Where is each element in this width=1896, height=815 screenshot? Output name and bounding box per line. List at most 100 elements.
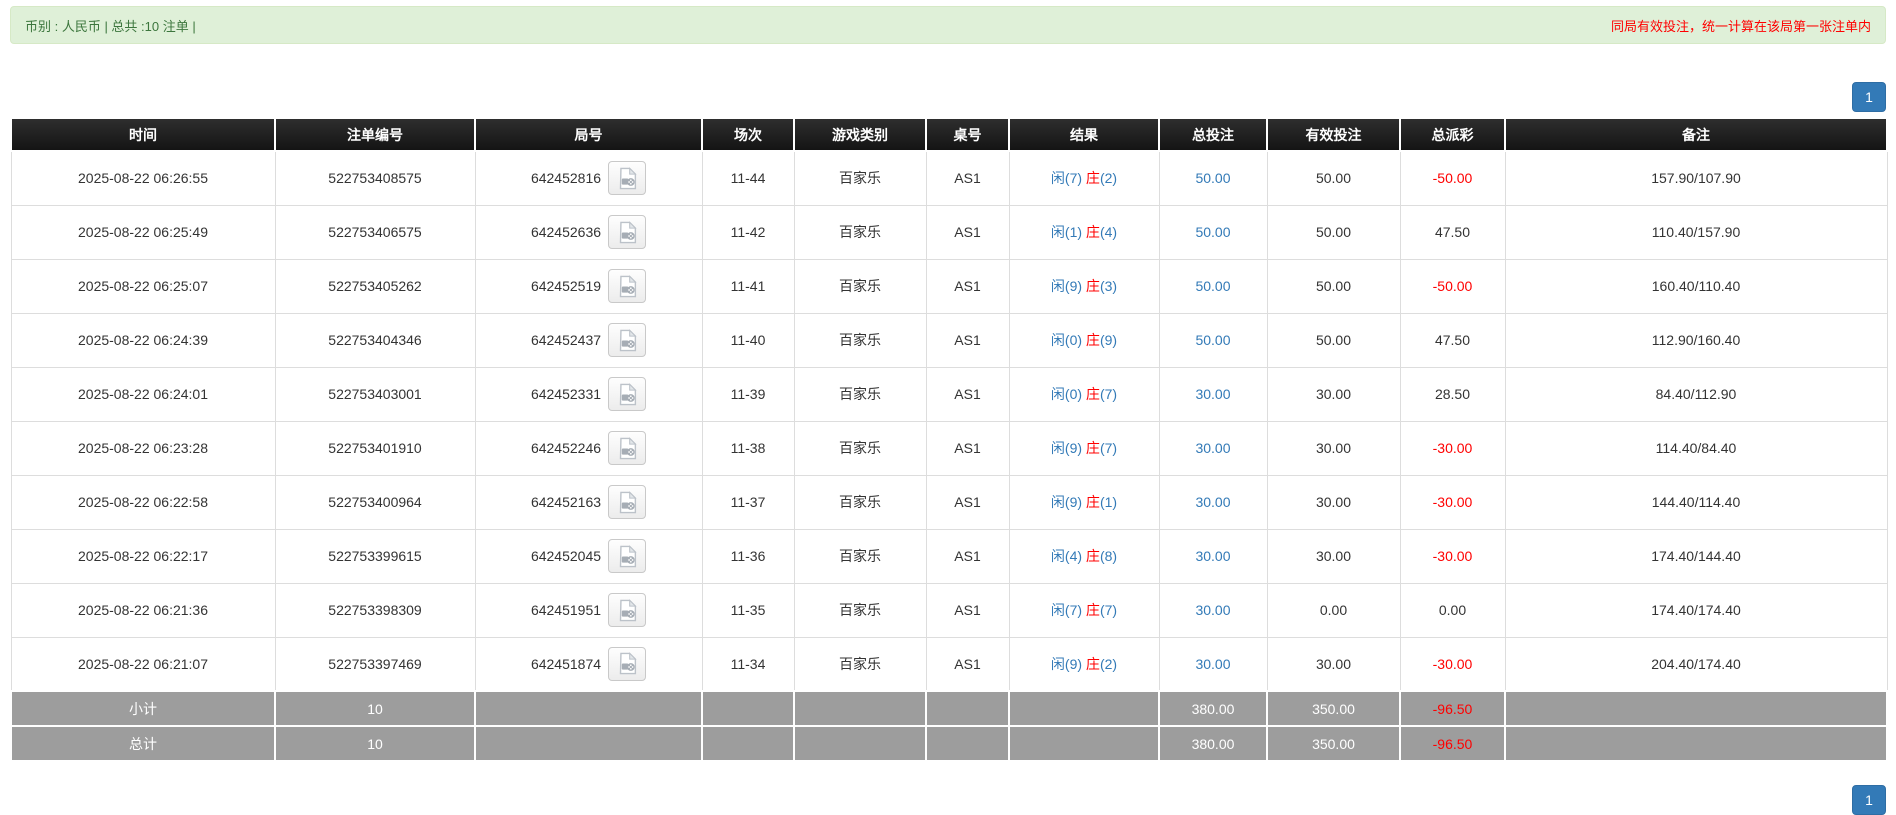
- cell-remark: 110.40/157.90: [1505, 205, 1887, 259]
- round-number: 642452163: [531, 494, 601, 510]
- foot-empty: [1009, 691, 1159, 726]
- foot-empty: [1009, 726, 1159, 761]
- round-video-button[interactable]: [608, 539, 646, 573]
- cell-result: 闲(9) 庄(1): [1009, 475, 1159, 529]
- grandtotal-row: 总计10380.00350.00-96.50: [11, 726, 1887, 761]
- total-bet-link[interactable]: 30.00: [1195, 440, 1230, 456]
- total-bet-link[interactable]: 50.00: [1195, 278, 1230, 294]
- total-bet-link[interactable]: 50.00: [1195, 170, 1230, 186]
- round-video-button[interactable]: [608, 431, 646, 465]
- cell-total-bet: 30.00: [1159, 583, 1267, 637]
- cell-table-no: AS1: [926, 151, 1009, 205]
- table-header-row: 时间注单编号局号场次游戏类别桌号结果总投注有效投注总派彩备注: [11, 118, 1887, 151]
- cell-game-type: 百家乐: [794, 529, 926, 583]
- cell-result: 闲(9) 庄(7): [1009, 421, 1159, 475]
- cell-session: 11-36: [702, 529, 794, 583]
- total-bet-link[interactable]: 50.00: [1195, 224, 1230, 240]
- foot-empty: [794, 691, 926, 726]
- cell-time: 2025-08-22 06:22:17: [11, 529, 275, 583]
- foot-valid-bet: 350.00: [1267, 691, 1400, 726]
- round-video-button[interactable]: [608, 593, 646, 627]
- cell-remark: 204.40/174.40: [1505, 637, 1887, 691]
- page-1-button[interactable]: 1: [1852, 82, 1886, 112]
- cell-bet-no: 522753400964: [275, 475, 475, 529]
- cell-result: 闲(0) 庄(9): [1009, 313, 1159, 367]
- round-video-button[interactable]: [608, 647, 646, 681]
- cell-payout: 28.50: [1400, 367, 1505, 421]
- round-video-button[interactable]: [608, 377, 646, 411]
- foot-empty: [794, 726, 926, 761]
- table-row: 2025-08-22 06:24:01522753403001642452331…: [11, 367, 1887, 421]
- round-video-button[interactable]: [608, 323, 646, 357]
- cell-result: 闲(4) 庄(8): [1009, 529, 1159, 583]
- foot-payout: -96.50: [1400, 691, 1505, 726]
- round-video-button[interactable]: [608, 485, 646, 519]
- cell-round-no: 642452331: [475, 367, 702, 421]
- cell-result: 闲(1) 庄(4): [1009, 205, 1159, 259]
- result-player: 闲(4): [1051, 548, 1082, 564]
- cell-time: 2025-08-22 06:24:39: [11, 313, 275, 367]
- cell-payout: 47.50: [1400, 313, 1505, 367]
- cell-game-type: 百家乐: [794, 313, 926, 367]
- cell-table-no: AS1: [926, 637, 1009, 691]
- result-player: 闲(0): [1051, 332, 1082, 348]
- round-number: 642452816: [531, 170, 601, 186]
- page-1-button-bottom[interactable]: 1: [1852, 785, 1886, 815]
- total-bet-link[interactable]: 30.00: [1195, 656, 1230, 672]
- cell-table-no: AS1: [926, 367, 1009, 421]
- col-header-time: 时间: [11, 118, 275, 151]
- round-video-button[interactable]: [608, 161, 646, 195]
- cell-total-bet: 30.00: [1159, 367, 1267, 421]
- result-player: 闲(9): [1051, 494, 1082, 510]
- cell-result: 闲(9) 庄(2): [1009, 637, 1159, 691]
- total-bet-link[interactable]: 50.00: [1195, 332, 1230, 348]
- cell-game-type: 百家乐: [794, 259, 926, 313]
- cell-valid-bet: 50.00: [1267, 313, 1400, 367]
- result-banker-point: (8): [1100, 548, 1117, 564]
- total-bet-link[interactable]: 30.00: [1195, 548, 1230, 564]
- foot-empty: [475, 691, 702, 726]
- cell-payout: 47.50: [1400, 205, 1505, 259]
- col-header-table-no: 桌号: [926, 118, 1009, 151]
- result-banker: 庄: [1082, 386, 1100, 402]
- total-bet-link[interactable]: 30.00: [1195, 386, 1230, 402]
- round-number: 642452045: [531, 548, 601, 564]
- col-header-remark: 备注: [1505, 118, 1887, 151]
- cell-round-no: 642452246: [475, 421, 702, 475]
- cell-game-type: 百家乐: [794, 151, 926, 205]
- foot-remark: [1505, 691, 1887, 726]
- result-banker-point: (7): [1100, 602, 1117, 618]
- round-video-button[interactable]: [608, 215, 646, 249]
- cell-round-no: 642452816: [475, 151, 702, 205]
- cell-session: 11-42: [702, 205, 794, 259]
- total-bet-link[interactable]: 30.00: [1195, 602, 1230, 618]
- round-number: 642451874: [531, 656, 601, 672]
- cell-valid-bet: 50.00: [1267, 259, 1400, 313]
- cell-bet-no: 522753403001: [275, 367, 475, 421]
- result-player: 闲(7): [1051, 170, 1082, 186]
- cell-bet-no: 522753398309: [275, 583, 475, 637]
- cell-result: 闲(7) 庄(7): [1009, 583, 1159, 637]
- cell-bet-no: 522753401910: [275, 421, 475, 475]
- round-cell-inner: 642452816: [531, 161, 646, 195]
- cell-time: 2025-08-22 06:21:36: [11, 583, 275, 637]
- total-bet-link[interactable]: 30.00: [1195, 494, 1230, 510]
- round-video-button[interactable]: [608, 269, 646, 303]
- foot-count: 10: [275, 691, 475, 726]
- round-cell-inner: 642452045: [531, 539, 646, 573]
- result-banker: 庄: [1082, 494, 1100, 510]
- table-row: 2025-08-22 06:25:49522753406575642452636…: [11, 205, 1887, 259]
- cell-session: 11-38: [702, 421, 794, 475]
- cell-result: 闲(7) 庄(2): [1009, 151, 1159, 205]
- result-player: 闲(0): [1051, 386, 1082, 402]
- result-banker: 庄: [1082, 602, 1100, 618]
- cell-table-no: AS1: [926, 583, 1009, 637]
- cell-bet-no: 522753404346: [275, 313, 475, 367]
- col-header-payout: 总派彩: [1400, 118, 1505, 151]
- result-banker-point: (2): [1100, 656, 1117, 672]
- cell-session: 11-40: [702, 313, 794, 367]
- table-row: 2025-08-22 06:22:17522753399615642452045…: [11, 529, 1887, 583]
- result-banker: 庄: [1082, 224, 1100, 240]
- round-cell-inner: 642452331: [531, 377, 646, 411]
- cell-valid-bet: 30.00: [1267, 475, 1400, 529]
